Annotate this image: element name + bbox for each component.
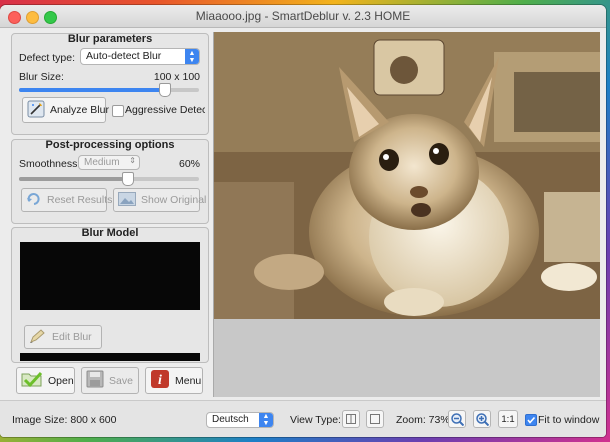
image-size-text: Image Size: 800 x 600 — [12, 414, 117, 426]
blur-model-preview-strip — [20, 353, 200, 361]
blur-model-panel: Blur Model Edit Blur — [11, 227, 209, 363]
view-single-icon[interactable] — [366, 410, 384, 428]
fit-to-window-label: Fit to window — [538, 414, 600, 426]
post-processing-title: Post-processing options — [45, 139, 175, 151]
blur-size-slider-fill — [19, 88, 163, 92]
open-label: Open — [48, 374, 74, 387]
status-bar: Image Size: 800 x 600 Deutsch ▲ ▼ View Ty… — [0, 400, 606, 437]
edit-blur-label: Edit Blur — [52, 331, 92, 343]
open-button[interactable]: Open — [16, 367, 75, 394]
post-processing-panel: Post-processing options Smoothness: Medi… — [11, 139, 209, 224]
magic-wand-icon — [27, 100, 45, 121]
cat-photo — [214, 32, 600, 319]
aggressive-detection-label: Aggressive Detecti — [125, 104, 205, 116]
reset-arrow-icon — [26, 192, 42, 209]
smoothness-select-value: Medium — [84, 157, 120, 168]
reset-results-button[interactable]: Reset Results — [21, 188, 112, 212]
window-title: Miaaooo.jpg - SmartDeblur v. 2.3 HOME — [195, 9, 411, 23]
analyze-blur-label: Analyze Blur — [50, 104, 109, 116]
defect-type-label: Defect type: — [19, 52, 76, 64]
folder-check-icon — [21, 370, 43, 391]
pencil-icon — [29, 328, 47, 347]
view-type-label: View Type: — [290, 414, 341, 426]
blur-parameters-title: Blur parameters — [67, 33, 153, 45]
show-original-label: Show Original — [141, 194, 207, 206]
menu-label: Menu — [175, 374, 202, 387]
analyze-blur-button[interactable]: Analyze Blur — [22, 97, 109, 123]
chevron-updown-icon: ▲ ▼ — [185, 49, 199, 64]
svg-text:i: i — [158, 373, 162, 388]
image-icon — [118, 191, 136, 209]
blur-model-title: Blur Model — [81, 227, 139, 239]
fit-to-window-checkbox[interactable] — [525, 414, 537, 426]
zoom-out-icon[interactable] — [448, 410, 466, 428]
save-button[interactable]: Save — [81, 367, 139, 394]
menu-button[interactable]: i Menu — [145, 367, 203, 394]
save-label: Save — [109, 374, 133, 387]
smoothness-slider-fill — [19, 177, 127, 181]
actual-size-button[interactable]: 1:1 — [498, 410, 518, 428]
reset-results-label: Reset Results — [47, 194, 113, 206]
blur-model-preview — [20, 242, 200, 310]
aggressive-detection-checkbox[interactable] — [112, 105, 124, 117]
app-window: Miaaooo.jpg - SmartDeblur v. 2.3 HOME Bl… — [0, 5, 606, 437]
chevron-updown-icon: ⇕ — [129, 156, 136, 165]
actual-size-label: 1:1 — [501, 413, 515, 425]
defect-type-select[interactable]: Auto-detect Blur ▲ ▼ — [80, 48, 200, 65]
blur-size-value: 100 x 100 — [153, 71, 200, 83]
smoothness-percent: 60% — [178, 158, 200, 170]
language-value: Deutsch — [212, 414, 249, 425]
smoothness-slider-knob[interactable] — [122, 172, 134, 186]
info-icon: i — [150, 369, 170, 392]
smoothness-slider[interactable] — [19, 172, 199, 186]
smoothness-select[interactable]: Medium ⇕ — [78, 155, 140, 170]
zoom-in-icon[interactable] — [473, 410, 491, 428]
language-select[interactable]: Deutsch ▲ ▼ — [206, 412, 274, 428]
chevron-updown-icon: ▲ ▼ — [259, 413, 273, 427]
view-split-icon[interactable] — [342, 410, 360, 428]
edit-blur-button[interactable]: Edit Blur — [24, 325, 102, 349]
blur-parameters-panel: Blur parameters Defect type: Auto-detect… — [11, 33, 209, 135]
smoothness-label: Smoothness: — [19, 158, 81, 170]
show-original-button[interactable]: Show Original — [113, 188, 206, 212]
image-viewer[interactable] — [213, 32, 600, 397]
blur-size-slider[interactable] — [19, 83, 199, 97]
blur-size-label: Blur Size: — [19, 71, 64, 83]
defect-type-value: Auto-detect Blur — [86, 50, 162, 62]
floppy-disk-icon — [86, 370, 104, 391]
title-bar: Miaaooo.jpg - SmartDeblur v. 2.3 HOME — [0, 5, 606, 28]
blur-size-slider-knob[interactable] — [159, 83, 171, 97]
zoom-level: Zoom: 73% — [396, 414, 450, 426]
